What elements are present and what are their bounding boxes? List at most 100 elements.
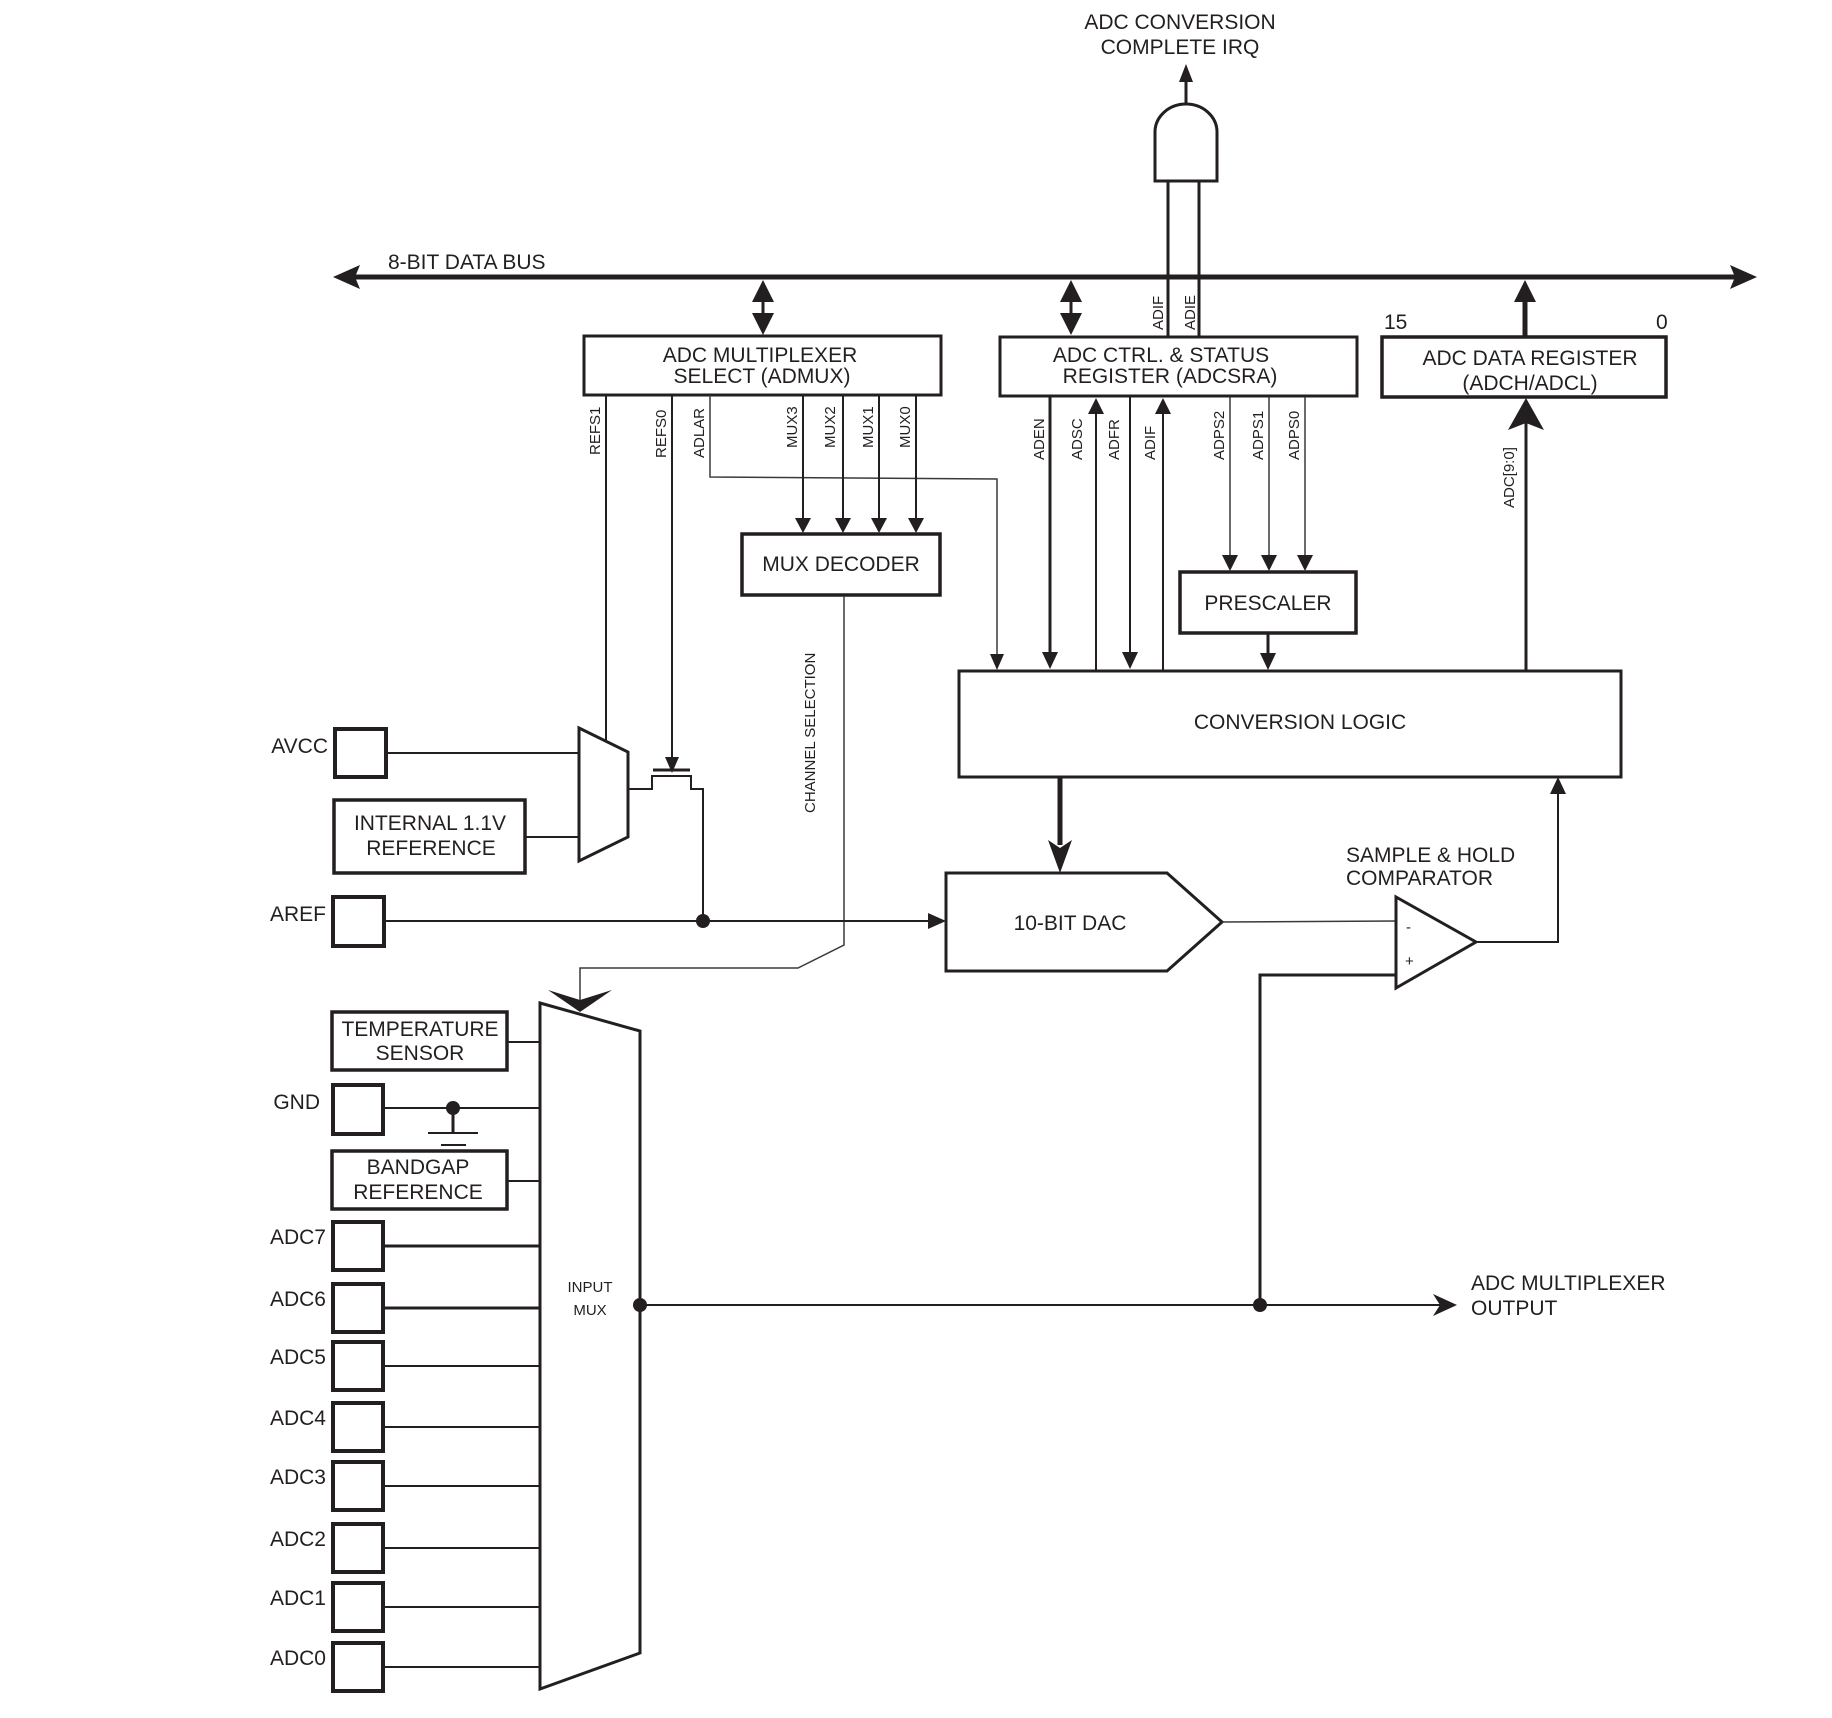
adcsra-register: ADC CTRL. & STATUS REGISTER (ADCSRA) ADE… — [998, 335, 1359, 460]
adc-pin-adc7 — [331, 1220, 385, 1272]
prescaler-arrow-icon — [1260, 653, 1276, 670]
signal-mux2: MUX2 — [822, 406, 839, 448]
adc-pin-label: ADC2 — [270, 1528, 326, 1551]
data-register-lsb: 0 — [1656, 311, 1668, 334]
comparator-feedback-arrow-icon — [1550, 777, 1566, 794]
adcsra-bus-arrow-up-icon — [1060, 280, 1082, 302]
input-mux-label-line2: MUX — [573, 1302, 606, 1319]
adc-pin-adc3 — [331, 1460, 385, 1512]
comparator-label-line2: COMPARATOR — [1346, 867, 1493, 890]
admux-label-line1: ADC MULTIPLEXER — [663, 344, 858, 367]
internal-reference-line1: INTERNAL 1.1V — [354, 812, 506, 835]
aref-label: AREF — [270, 903, 326, 926]
comparator-plus-line — [1258, 973, 1396, 1305]
adc-block-diagram: 8-BIT DATA BUS ADC CONVERSION COMPLETE I… — [270, 11, 1757, 1693]
signal-mux3: MUX3 — [784, 406, 801, 448]
aref-junction-dot — [696, 914, 710, 928]
comparator-minus: - — [1406, 919, 1411, 936]
signal-adlar: ADLAR — [691, 408, 708, 458]
comparator-label-line1: SAMPLE & HOLD — [1346, 844, 1515, 867]
temperature-sensor-line2: SENSOR — [376, 1042, 465, 1065]
adfr-arrow-icon — [1122, 652, 1138, 669]
adc-pin-label: ADC6 — [270, 1288, 326, 1311]
data-register-bus-arrow-icon — [1514, 280, 1536, 302]
bandgap-reference-line2: REFERENCE — [353, 1181, 483, 1204]
input-mux: INPUT MUX ADC MULTIPLEXER OUTPUT — [538, 1001, 1666, 1692]
mux0-arrow-icon — [908, 518, 924, 533]
adc-result-label: ADC[9:0] — [1501, 447, 1518, 508]
reference-mux — [577, 725, 630, 864]
adif-arrow-icon — [1155, 398, 1171, 414]
conversion-logic: CONVERSION LOGIC — [957, 669, 1623, 873]
signal-refs1: REFS1 — [587, 407, 604, 455]
adlar-arrow-icon — [990, 654, 1004, 670]
mux1-arrow-icon — [871, 518, 887, 533]
signal-adsc: ADSC — [1069, 418, 1086, 460]
adc-pin-adc2 — [331, 1522, 385, 1574]
adc-pin-adc1 — [331, 1581, 385, 1633]
admux-register: ADC MULTIPLEXER SELECT (ADMUX) REFS1 REF… — [582, 334, 943, 458]
mux3-arrow-icon — [795, 518, 811, 533]
comparator-shape — [1394, 894, 1480, 991]
prescaler: PRESCALER — [1178, 570, 1358, 670]
irq-label-line1: ADC CONVERSION — [1084, 11, 1275, 34]
adc-pin-adc5 — [331, 1340, 385, 1392]
adc-pin-label: ADC7 — [270, 1226, 326, 1249]
channel-selection-label: CHANNEL SELECTION — [802, 653, 819, 813]
signal-adif: ADIF — [1142, 426, 1159, 460]
adc-pin-adc6 — [331, 1282, 385, 1334]
adc-pin-adc0 — [331, 1641, 385, 1693]
adc-pin-label: ADC4 — [270, 1407, 326, 1430]
signal-adps2: ADPS2 — [1211, 411, 1228, 460]
adc-pin-label: ADC1 — [270, 1587, 326, 1610]
admux-label-line2: SELECT (ADMUX) — [674, 365, 851, 388]
gnd-label: GND — [273, 1091, 320, 1114]
dac: 10-BIT DAC — [944, 871, 1397, 973]
comparator-plus: + — [1405, 953, 1414, 970]
adps2-arrow-icon — [1222, 555, 1238, 571]
conversion-logic-label: CONVERSION LOGIC — [1194, 711, 1406, 734]
mux2-arrow-icon — [835, 518, 851, 533]
data-register-label-line2: (ADCH/ADCL) — [1462, 372, 1597, 395]
signal-aden: ADEN — [1031, 418, 1048, 460]
adc-pin-list: ADC7 ADC6 ADC5 ADC4 ADC3 ADC2 ADC1 ADC0 — [270, 1220, 540, 1693]
adcsra-bus-arrow-down-icon — [1060, 313, 1082, 335]
signal-refs0: REFS0 — [653, 410, 670, 458]
signal-adfr: ADFR — [1106, 419, 1123, 460]
mux-decoder-label: MUX DECODER — [762, 553, 920, 576]
gnd-pin — [331, 1083, 385, 1136]
data-bus: 8-BIT DATA BUS — [333, 251, 1757, 289]
reference-switch-line — [628, 775, 704, 921]
bandgap-reference-line1: BANDGAP — [367, 1156, 470, 1179]
adps1-arrow-icon — [1261, 555, 1277, 571]
signal-adps1: ADPS1 — [1250, 411, 1267, 460]
prescaler-label: PRESCALER — [1204, 592, 1331, 615]
aref-pin — [331, 895, 386, 948]
adps0-arrow-icon — [1297, 555, 1313, 571]
aden-arrow-icon — [1042, 652, 1058, 669]
avcc-pin — [333, 727, 388, 779]
bus-connections — [752, 280, 1536, 336]
signal-mux1: MUX1 — [860, 406, 877, 448]
irq-and-gate: ADC CONVERSION COMPLETE IRQ ADIF ADIE — [1084, 11, 1276, 336]
irq-input-adif: ADIF — [1150, 296, 1167, 330]
data-register-label-line1: ADC DATA REGISTER — [1422, 347, 1637, 370]
adc-pin-label: ADC3 — [270, 1466, 326, 1489]
mux-output-label-line2: OUTPUT — [1471, 1297, 1558, 1320]
signal-adps0: ADPS0 — [1286, 411, 1303, 460]
adlar-line — [709, 395, 998, 656]
dac-label: 10-BIT DAC — [1014, 912, 1127, 935]
irq-arrow-icon — [1179, 64, 1193, 82]
input-mux-label-line1: INPUT — [568, 1279, 613, 1296]
data-register-msb: 15 — [1384, 311, 1407, 334]
adcsra-label-line1: ADC CTRL. & STATUS — [1053, 344, 1269, 367]
input-mux-shape — [538, 1001, 642, 1692]
irq-input-adie: ADIE — [1182, 295, 1199, 330]
temperature-sensor-line1: TEMPERATURE — [341, 1018, 498, 1041]
data-register: ADC DATA REGISTER (ADCH/ADCL) 15 0 ADC[9… — [1380, 311, 1668, 670]
admux-bus-arrow-down-icon — [752, 313, 774, 335]
avcc-label: AVCC — [271, 735, 328, 758]
adc-pin-adc4 — [331, 1401, 385, 1453]
internal-reference-line2: REFERENCE — [366, 837, 496, 860]
adcsra-label-line2: REGISTER (ADCSRA) — [1063, 365, 1278, 388]
